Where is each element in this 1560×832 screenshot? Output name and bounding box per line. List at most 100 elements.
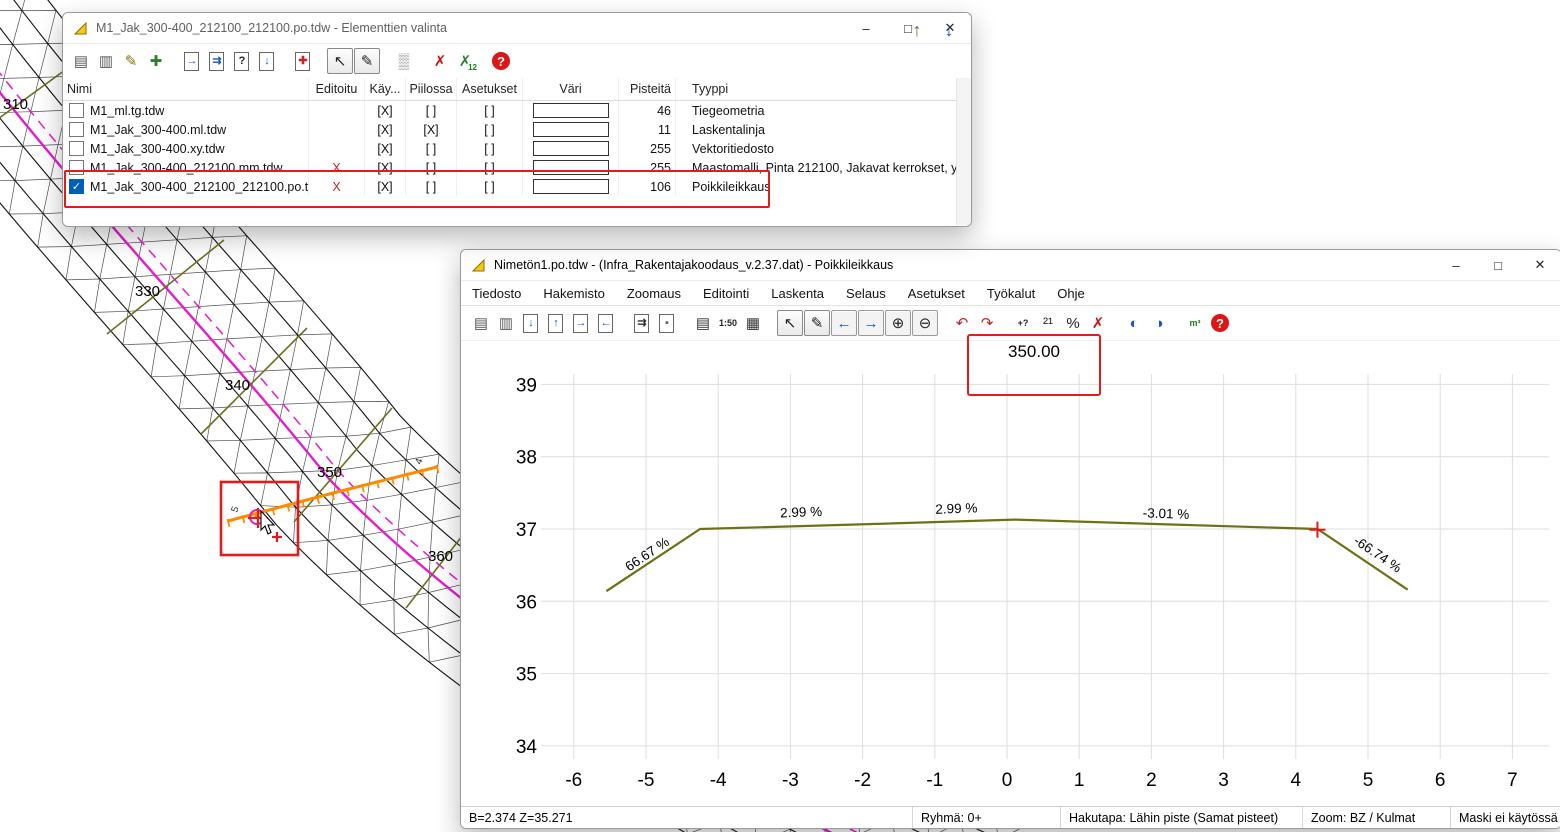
- file-down-icon[interactable]: ↓: [519, 311, 543, 335]
- prev-section-icon[interactable]: ◐: [1122, 311, 1146, 335]
- zoom-out-icon[interactable]: ⊖: [912, 310, 938, 336]
- redo-icon[interactable]: ↷: [975, 311, 999, 335]
- row-checkbox[interactable]: [69, 141, 84, 156]
- point-query-icon[interactable]: +?: [1011, 311, 1035, 335]
- table-scrollbar[interactable]: [956, 78, 971, 225]
- mass-icon[interactable]: m³: [1183, 311, 1207, 335]
- copy-elements-icon[interactable]: ▥: [94, 49, 118, 73]
- column-header-editoitu[interactable]: Editoitu: [309, 78, 365, 100]
- file-next-icon[interactable]: →: [180, 49, 204, 73]
- mask-status[interactable]: Maski ei käytössä: [1451, 807, 1560, 828]
- table-row[interactable]: M1_Jak_300-400.ml.tdw [X] [X] [ ] 11 Las…: [63, 120, 971, 139]
- next-section-icon[interactable]: ◑: [1147, 311, 1171, 335]
- column-header-tyyppi[interactable]: Tyyppi: [676, 78, 971, 100]
- select-elements-icon[interactable]: ▤: [69, 49, 93, 73]
- section-line-340[interactable]: [201, 328, 307, 434]
- table-header[interactable]: Nimi Editoitu Käy... Piilossa Asetukset …: [63, 78, 971, 101]
- section-line-330[interactable]: [107, 240, 224, 334]
- file-reload-icon[interactable]: ↓: [255, 49, 279, 73]
- help-icon[interactable]: ?: [1208, 311, 1232, 335]
- menu-editointi[interactable]: Editointi: [692, 281, 760, 305]
- table-row-selected[interactable]: M1_Jak_300-400_212100_212100.po.tdw X [X…: [63, 177, 971, 196]
- column-header-vari[interactable]: Väri: [523, 78, 619, 100]
- close-button[interactable]: ✕: [1519, 250, 1560, 280]
- zoom-extents-icon[interactable]: ↖: [327, 48, 353, 74]
- coords-readout: B=2.374 Z=35.271: [461, 807, 913, 828]
- sheet-grid-icon[interactable]: ▦: [741, 311, 765, 335]
- menu-tiedosto[interactable]: Tiedosto: [461, 281, 532, 305]
- pan-left-icon[interactable]: ←: [831, 310, 857, 336]
- move-up-icon[interactable]: ↑: [905, 18, 929, 42]
- color-swatch[interactable]: [533, 179, 609, 194]
- svg-text:66.67 %: 66.67 %: [622, 534, 671, 574]
- row-checkbox[interactable]: [69, 179, 84, 194]
- paste-icon[interactable]: ▪: [655, 311, 679, 335]
- undo-icon[interactable]: ↶: [950, 311, 974, 335]
- scale-icon[interactable]: 1:50: [716, 311, 740, 335]
- file-name: M1_Jak_300-400.ml.tdw: [90, 123, 226, 137]
- select-elements-icon[interactable]: ▤: [469, 311, 493, 335]
- menu-laskenta[interactable]: Laskenta: [760, 281, 835, 305]
- column-header-pisteita[interactable]: Pisteitä: [619, 78, 676, 100]
- file-prev-icon[interactable]: ←: [594, 311, 618, 335]
- column-header-piilossa[interactable]: Piilossa: [406, 78, 457, 100]
- menu-ohje[interactable]: Ohje: [1046, 281, 1095, 305]
- file-copy-icon[interactable]: ⇉: [205, 49, 229, 73]
- cross-section-view[interactable]: -6-5-4-3-2-10123456739383736353466.67 %2…: [461, 338, 1560, 807]
- menu-asetukset[interactable]: Asetukset: [897, 281, 976, 305]
- help-icon[interactable]: ?: [489, 49, 513, 73]
- redraw-icon[interactable]: ✎: [804, 310, 830, 336]
- column-header-kaytossa[interactable]: Käy...: [365, 78, 406, 100]
- menu-hakemisto[interactable]: Hakemisto: [532, 281, 615, 305]
- color-swatch[interactable]: [533, 160, 609, 175]
- menubar: Tiedosto Hakemisto Zoomaus Editointi Las…: [461, 281, 1560, 305]
- row-checkbox[interactable]: [69, 122, 84, 137]
- file-next-icon[interactable]: →: [569, 311, 593, 335]
- svg-text:-2: -2: [854, 770, 871, 791]
- pan-right-icon[interactable]: →: [858, 310, 884, 336]
- point-slope-icon[interactable]: %: [1061, 311, 1085, 335]
- print-icon[interactable]: ▤: [691, 311, 715, 335]
- svg-text:-1: -1: [926, 770, 943, 791]
- row-checkbox[interactable]: [69, 103, 84, 118]
- minimize-button[interactable]: –: [1435, 250, 1477, 280]
- copy-icon[interactable]: ⇉: [630, 311, 654, 335]
- point-check-icon[interactable]: ✗: [1086, 311, 1110, 335]
- window-titlebar[interactable]: Nimetön1.po.tdw - (Infra_Rakentajakoodau…: [461, 250, 1560, 281]
- menu-zoomaus[interactable]: Zoomaus: [616, 281, 692, 305]
- zoom-extents-icon[interactable]: ↖: [777, 310, 803, 336]
- minimize-button[interactable]: –: [845, 13, 887, 43]
- column-header-nimi[interactable]: Nimi: [63, 78, 309, 100]
- color-swatch[interactable]: [533, 103, 609, 118]
- table-row[interactable]: M1_Jak_300-400_212100.mm.tdw X [X] [ ] […: [63, 158, 971, 177]
- dialog-toolbar: ▤▥✎✚→⇉?↓✚↖✎▒✗✗12?: [63, 44, 971, 78]
- point-code-icon[interactable]: ²¹: [1036, 311, 1060, 335]
- zoom-in-icon[interactable]: ⊕: [885, 310, 911, 336]
- file-name: M1_Jak_300-400_212100.mm.tdw: [90, 161, 282, 175]
- column-header-asetukset[interactable]: Asetukset: [457, 78, 523, 100]
- zoom-mode[interactable]: Zoom: BZ / Kulmat: [1303, 807, 1451, 828]
- redraw-icon[interactable]: ✎: [354, 48, 380, 74]
- select-area-icon[interactable]: ▒: [392, 49, 416, 73]
- color-swatch[interactable]: [533, 141, 609, 156]
- row-checkbox[interactable]: [69, 160, 84, 175]
- menu-tyokalut[interactable]: Työkalut: [976, 281, 1046, 305]
- copy-elements-icon[interactable]: ▥: [494, 311, 518, 335]
- maximize-button[interactable]: □: [1477, 250, 1519, 280]
- new-element-icon[interactable]: ✚: [144, 49, 168, 73]
- table-row[interactable]: M1_Jak_300-400.xy.tdw [X] [ ] [ ] 255 Ve…: [63, 139, 971, 158]
- move-down-icon[interactable]: ↓: [937, 18, 961, 42]
- file-add-icon[interactable]: ✚: [291, 49, 315, 73]
- menu-selaus[interactable]: Selaus: [835, 281, 897, 305]
- dialog-titlebar[interactable]: M1_Jak_300-400_212100_212100.po.tdw - El…: [63, 13, 971, 44]
- file-up-icon[interactable]: ↑: [544, 311, 568, 335]
- svg-text:5: 5: [1363, 770, 1374, 791]
- file-query-icon[interactable]: ?: [230, 49, 254, 73]
- color-swatch[interactable]: [533, 122, 609, 137]
- check-points-icon[interactable]: ✗: [428, 49, 452, 73]
- table-row[interactable]: M1_ml.tg.tdw [X] [ ] [ ] 46 Tiegeometria: [63, 101, 971, 120]
- svg-text:35: 35: [516, 665, 537, 686]
- snap-mode[interactable]: Hakutapa: Lähin piste (Samat pisteet): [1061, 807, 1303, 828]
- check-codes-icon[interactable]: ✗12: [453, 49, 477, 73]
- edit-elements-icon[interactable]: ✎: [119, 49, 143, 73]
